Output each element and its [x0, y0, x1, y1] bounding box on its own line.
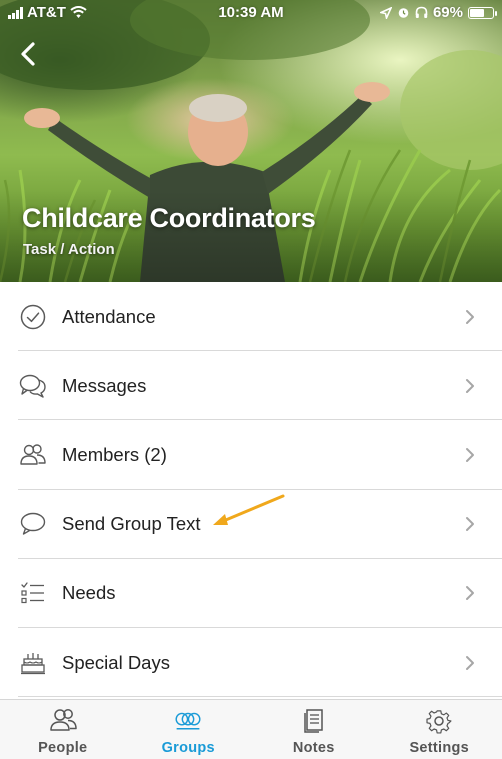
gear-icon [425, 708, 453, 734]
alarm-icon [398, 8, 409, 18]
chevron-right-icon [466, 655, 474, 670]
chevron-right-icon [466, 586, 474, 601]
group-menu-list: Attendance Messages Members (2) Send Gro… [0, 282, 502, 698]
group-header-banner: AT&T 10:39 AM 69% Childcare Coordinators… [0, 0, 502, 282]
menu-item-label: Attendance [62, 305, 156, 327]
groups-icon [174, 708, 202, 734]
banner-photo [0, 0, 502, 282]
group-title: Childcare Coordinators [22, 203, 316, 233]
chat-bubbles-icon [19, 372, 47, 400]
battery-percent: 69% [432, 4, 463, 21]
people-icon [49, 708, 77, 734]
menu-item-label: Messages [62, 374, 147, 396]
menu-item-label: Needs [62, 582, 116, 604]
menu-item-send-group-text[interactable]: Send Group Text [0, 490, 502, 559]
menu-item-messages[interactable]: Messages [0, 351, 502, 421]
menu-item-special-days[interactable]: Special Days [0, 628, 502, 698]
location-icon [379, 6, 392, 19]
chevron-right-icon [466, 517, 474, 532]
check-circle-icon [19, 303, 47, 331]
menu-item-label: Send Group Text [62, 513, 201, 535]
tab-label: Notes [292, 740, 335, 756]
chevron-right-icon [466, 309, 474, 324]
menu-item-label: Special Days [62, 651, 170, 673]
menu-item-attendance[interactable]: Attendance [0, 282, 502, 352]
tab-notes[interactable]: Notes [251, 700, 377, 759]
checklist-icon [19, 579, 47, 607]
battery-icon [468, 6, 497, 19]
back-chevron-icon[interactable] [14, 40, 42, 68]
speech-bubble-icon [19, 510, 47, 538]
tab-label: Groups [161, 740, 215, 756]
group-subtitle: Task / Action [23, 241, 115, 258]
cake-icon [19, 649, 47, 677]
menu-item-members[interactable]: Members (2) [0, 420, 502, 490]
menu-item-label: Members (2) [62, 443, 167, 465]
bottom-tab-bar: People Groups Notes Settings [0, 699, 502, 759]
chevron-right-icon [466, 378, 474, 393]
status-bar: AT&T 10:39 AM 69% [0, 0, 502, 26]
tab-groups[interactable]: Groups [126, 700, 252, 759]
tab-label: People [38, 740, 88, 756]
notes-icon [300, 708, 328, 734]
chevron-right-icon [466, 447, 474, 462]
tab-people[interactable]: People [0, 700, 126, 759]
tab-label: Settings [409, 740, 470, 756]
menu-item-needs[interactable]: Needs [0, 559, 502, 629]
tab-settings[interactable]: Settings [377, 700, 502, 759]
members-icon [19, 441, 47, 469]
headphones-icon [415, 6, 428, 18]
